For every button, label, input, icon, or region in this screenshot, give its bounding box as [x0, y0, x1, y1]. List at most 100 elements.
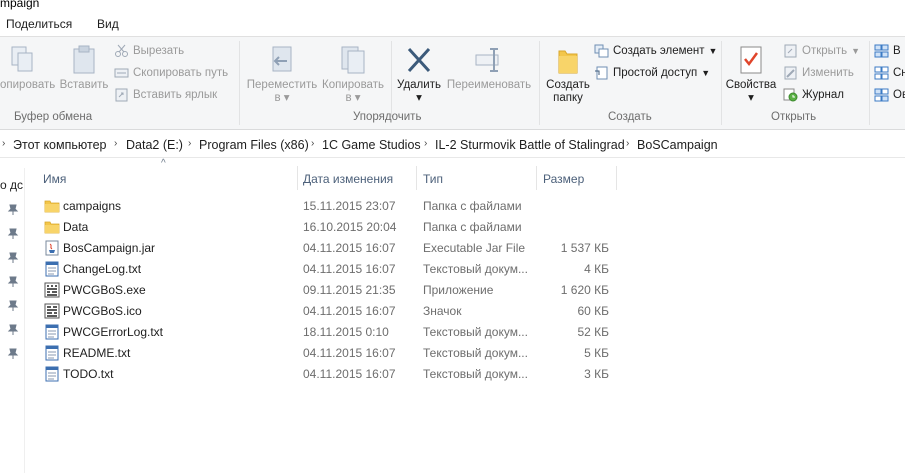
paste-button[interactable]: Вставить — [58, 45, 110, 92]
ico-file-icon — [44, 303, 60, 319]
select-all-button[interactable]: В — [874, 41, 901, 61]
paste-shortcut-button[interactable]: Вставить ярлык — [114, 85, 217, 105]
select-none-button[interactable]: Сн — [874, 63, 905, 83]
new-item-icon — [594, 44, 609, 58]
file-row[interactable]: PWCGBoS.exe 09.11.2015 21:35 Приложение 1 6… — [40, 280, 620, 301]
folder-icon — [44, 219, 60, 235]
file-name: PWCGBoS.exe — [63, 283, 146, 297]
easy-access-button[interactable]: Простой доступ ▼ — [594, 63, 710, 83]
jar-file-icon — [44, 240, 60, 256]
file-size: 1 620 КБ — [560, 283, 609, 297]
file-date: 15.11.2015 23:07 — [303, 199, 396, 213]
new-item-button[interactable]: Создать элемент ▼ — [594, 41, 717, 61]
file-size: 4 КБ — [584, 262, 609, 276]
file-date: 04.11.2015 16:07 — [303, 367, 396, 381]
paste-icon — [73, 45, 95, 74]
column-header-type[interactable]: Тип — [423, 172, 443, 194]
file-type: Папка с файлами — [423, 220, 522, 234]
text-file-icon — [44, 345, 60, 361]
delete-button[interactable]: Удалить ▾ — [394, 45, 444, 105]
cut-button[interactable]: Вырезать — [114, 41, 184, 61]
navigation-pane: о дс — [0, 168, 25, 473]
breadcrumb-item[interactable]: IL-2 Sturmovik Battle of Stalingrad — [435, 138, 625, 152]
pin-icon — [7, 300, 19, 311]
breadcrumb-item[interactable]: Этот компьютер — [13, 138, 106, 152]
copy-path-icon — [114, 68, 129, 78]
easy-access-icon — [595, 66, 608, 80]
file-row[interactable]: BosCampaign.jar 04.11.2015 16:07 Executabl… — [40, 238, 620, 259]
breadcrumb: › Этот компьютер › Data2 (E:) › Program … — [0, 133, 905, 158]
file-type: Текстовый докум... — [423, 262, 528, 276]
file-name: PWCGBoS.ico — [63, 304, 142, 318]
file-type: Текстовый докум... — [423, 367, 528, 381]
scissors-icon — [115, 44, 128, 57]
column-divider[interactable] — [297, 166, 298, 190]
open-button[interactable]: Открыть ▼ — [783, 41, 860, 61]
rename-button[interactable]: Переименовать — [444, 45, 534, 92]
breadcrumb-item[interactable]: Data2 (E:) — [126, 138, 183, 152]
pin-icon — [7, 204, 19, 215]
column-header-size[interactable]: Размер — [543, 172, 584, 194]
file-date: 04.11.2015 16:07 — [303, 304, 396, 318]
pin-icon — [7, 348, 19, 359]
file-type: Текстовый докум... — [423, 325, 528, 339]
file-row[interactable]: ChangeLog.txt 04.11.2015 16:07 Текстовый д… — [40, 259, 620, 280]
open-icon — [784, 44, 797, 58]
properties-icon — [740, 46, 762, 74]
copy-path-button[interactable]: Скопировать путь — [114, 63, 228, 83]
file-date: 09.11.2015 21:35 — [303, 283, 396, 297]
file-row[interactable]: PWCGErrorLog.txt 18.11.2015 0:10 Текстовый… — [40, 322, 620, 343]
chevron-right-icon[interactable]: › — [114, 138, 117, 149]
file-row[interactable]: campaigns 15.11.2015 23:07 Папка с файлами — [40, 196, 620, 217]
file-row[interactable]: Data 16.10.2015 20:04 Папка с файлами — [40, 217, 620, 238]
tab-view[interactable]: Вид — [97, 17, 119, 31]
column-divider[interactable] — [416, 166, 417, 190]
file-type: Текстовый докум... — [423, 346, 528, 360]
window-title: mpaign — [0, 0, 40, 10]
quick-access-label[interactable]: о дс — [0, 178, 23, 192]
history-button[interactable]: Журнал — [783, 85, 844, 105]
new-folder-button[interactable]: Создать папку — [543, 45, 593, 105]
breadcrumb-item[interactable]: Program Files (x86) — [199, 138, 309, 152]
column-divider[interactable] — [616, 166, 617, 190]
delete-x-icon — [407, 47, 431, 73]
file-type: Папка с файлами — [423, 199, 522, 213]
group-divider — [721, 41, 722, 125]
group-divider — [869, 41, 870, 125]
breadcrumb-item[interactable]: 1C Game Studios — [322, 138, 421, 152]
invert-selection-button[interactable]: Ов — [874, 85, 905, 105]
move-to-button[interactable]: Переместить в ▾ — [245, 45, 319, 105]
chevron-down-icon: ▼ — [701, 68, 711, 78]
chevron-right-icon[interactable]: › — [311, 138, 314, 149]
file-row[interactable]: PWCGBoS.ico 04.11.2015 16:07 Значок 60 КБ — [40, 301, 620, 322]
chevron-right-icon[interactable]: › — [626, 138, 629, 149]
rename-icon — [475, 48, 499, 72]
file-type: Значок — [423, 304, 462, 318]
properties-button[interactable]: Свойства ▾ — [724, 45, 778, 105]
file-date: 18.11.2015 0:10 — [303, 325, 389, 339]
copy-to-button[interactable]: Копировать в ▾ — [319, 45, 387, 105]
column-header-date[interactable]: Дата изменения — [303, 172, 393, 194]
file-date: 04.11.2015 16:07 — [303, 241, 396, 255]
file-size: 60 КБ — [577, 304, 609, 318]
column-divider[interactable] — [536, 166, 537, 190]
chevron-down-icon: ▾ — [416, 92, 422, 104]
chevron-right-icon[interactable]: › — [424, 138, 427, 149]
tab-share[interactable]: Поделиться — [6, 17, 72, 31]
folder-icon — [44, 198, 60, 214]
file-row[interactable]: README.txt 04.11.2015 16:07 Текстовый доку… — [40, 343, 620, 364]
pin-icon — [7, 324, 19, 335]
edit-icon — [784, 66, 797, 80]
file-date: 04.11.2015 16:07 — [303, 346, 396, 360]
invert-selection-icon — [874, 88, 889, 102]
file-name: BosCampaign.jar — [63, 241, 156, 255]
chevron-down-icon: ▼ — [708, 46, 718, 56]
copy-button[interactable]: опировать — [0, 45, 58, 92]
sort-ascending-icon: ^ — [161, 158, 166, 169]
file-row[interactable]: TODO.txt 04.11.2015 16:07 Текстовый докум.… — [40, 364, 620, 385]
breadcrumb-item[interactable]: BoSCampaign — [637, 138, 718, 152]
chevron-right-icon[interactable]: › — [188, 138, 191, 149]
edit-button[interactable]: Изменить — [783, 63, 854, 83]
column-header-name[interactable]: Имя — [43, 172, 66, 194]
file-date: 04.11.2015 16:07 — [303, 262, 396, 276]
